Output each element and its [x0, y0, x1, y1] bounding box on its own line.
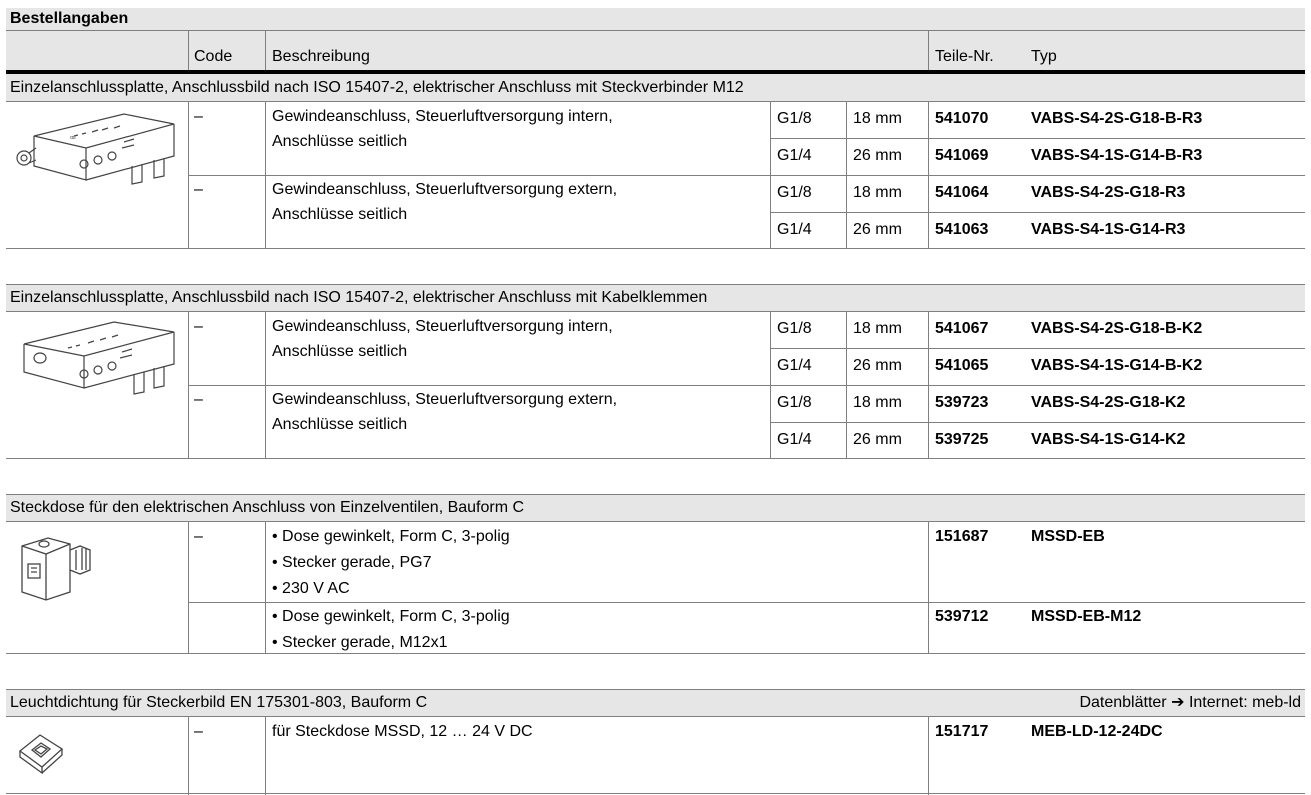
title-row: Bestellangaben: [6, 8, 1305, 30]
valve-width: 26 mm: [853, 431, 902, 448]
valve-width: 18 mm: [853, 394, 902, 411]
bullet-item: • Stecker gerade, PG7: [272, 554, 432, 571]
arrow-icon: ➔: [1171, 694, 1185, 711]
part-number: 541064: [935, 184, 989, 201]
type-code: VABS-S4-1S-G14-K2: [1031, 431, 1186, 448]
section-body-2: – Gewindeanschluss, Steuerluftversorgung…: [6, 311, 1305, 459]
code-value: –: [194, 181, 203, 198]
bullet-item: • Dose gewinkelt, Form C, 3-polig: [272, 608, 510, 625]
type-code: VABS-S4-2S-G18-B-K2: [1031, 320, 1203, 337]
valve-width: 18 mm: [853, 320, 902, 337]
valve-width: 26 mm: [853, 147, 902, 164]
description: Anschlüsse seitlich: [272, 206, 408, 223]
part-number: 539725: [935, 431, 989, 448]
part-number: 541070: [935, 110, 989, 127]
table-title: Bestellangaben: [10, 10, 129, 27]
spacer-row: [6, 248, 1305, 284]
thread-size: G1/4: [777, 431, 812, 448]
description: Gewindeanschluss, Steuerluftversorgung i…: [272, 318, 613, 335]
section-heading-2: Einzelanschlussplatte, Anschlussbild nac…: [6, 284, 1305, 311]
code-value: –: [194, 108, 203, 125]
bullet-item: • Dose gewinkelt, Form C, 3-polig: [272, 528, 510, 545]
spacer-row: [6, 458, 1305, 494]
part-number: 541067: [935, 320, 989, 337]
part-number: 541063: [935, 221, 989, 238]
valve-width: 18 mm: [853, 110, 902, 127]
header-type: Typ: [1031, 48, 1057, 65]
description: Anschlüsse seitlich: [272, 343, 408, 360]
part-number: 151687: [935, 528, 989, 545]
subbase-terminal-icon: [23, 321, 175, 395]
description: für Steckdose MSSD, 12 … 24 V DC: [272, 723, 533, 740]
section-body-4: – für Steckdose MSSD, 12 … 24 V DC 15171…: [6, 716, 1305, 795]
description: Anschlüsse seitlich: [272, 416, 408, 433]
code-value: –: [194, 528, 203, 545]
type-code: MEB-LD-12-24DC: [1031, 723, 1163, 740]
datasheet-note: Datenblätter ➔ Internet: meb-ld: [1079, 694, 1301, 711]
thread-size: G1/4: [777, 357, 812, 374]
seal-icon: [18, 734, 64, 775]
section-body-3: – • Dose gewinkelt, Form C, 3-polig • St…: [6, 521, 1305, 654]
part-number: 541065: [935, 357, 989, 374]
section-heading-1: Einzelanschlussplatte, Anschlussbild nac…: [6, 74, 1305, 101]
valve-width: 18 mm: [853, 184, 902, 201]
type-code: MSSD-EB: [1031, 528, 1105, 545]
header-description: Beschreibung: [272, 48, 370, 65]
thread-size: G1/8: [777, 320, 812, 337]
thread-size: G1/8: [777, 110, 812, 127]
code-value: –: [194, 318, 203, 335]
type-code: VABS-S4-1S-G14-R3: [1031, 221, 1186, 238]
type-code: MSSD-EB-M12: [1031, 608, 1142, 625]
plug-socket-icon: [21, 537, 91, 601]
subbase-m12-icon: ꟹ: [16, 113, 175, 185]
section-body-1: ꟹ – Gewindeanschluss, Steuerluftversorgu…: [6, 101, 1305, 249]
valve-width: 26 mm: [853, 221, 902, 238]
description: Gewindeanschluss, Steuerluftversorgung e…: [272, 181, 618, 198]
type-code: VABS-S4-1S-G14-B-R3: [1031, 147, 1203, 164]
description: Gewindeanschluss, Steuerluftversorgung i…: [272, 108, 613, 125]
header-part-number: Teile-Nr.: [935, 48, 994, 65]
section-heading-4: Leuchtdichtung für Steckerbild EN 175301…: [6, 689, 1305, 716]
thread-size: G1/4: [777, 147, 812, 164]
description: Gewindeanschluss, Steuerluftversorgung e…: [272, 391, 618, 408]
thread-size: G1/4: [777, 221, 812, 238]
svg-text:ꟹ: ꟹ: [70, 135, 76, 145]
type-code: VABS-S4-1S-G14-B-K2: [1031, 357, 1203, 374]
part-number: 151717: [935, 723, 989, 740]
bullet-item: • 230 V AC: [272, 580, 350, 597]
part-number: 541069: [935, 147, 989, 164]
spacer-row: [6, 653, 1305, 689]
description: Anschlüsse seitlich: [272, 133, 408, 150]
valve-width: 26 mm: [853, 357, 902, 374]
code-value: –: [194, 723, 203, 740]
header-row: Code Beschreibung Teile-Nr. Typ: [6, 30, 1305, 71]
type-code: VABS-S4-2S-G18-R3: [1031, 184, 1186, 201]
type-code: VABS-S4-2S-G18-B-R3: [1031, 110, 1203, 127]
section-heading-3: Steckdose für den elektrischen Anschluss…: [6, 494, 1305, 521]
part-number: 539712: [935, 608, 989, 625]
code-value: –: [194, 391, 203, 408]
bullet-item: • Stecker gerade, M12x1: [272, 634, 448, 651]
thread-size: G1/8: [777, 184, 812, 201]
thread-size: G1/8: [777, 394, 812, 411]
part-number: 539723: [935, 394, 989, 411]
header-code: Code: [194, 48, 233, 65]
type-code: VABS-S4-2S-G18-K2: [1031, 394, 1186, 411]
